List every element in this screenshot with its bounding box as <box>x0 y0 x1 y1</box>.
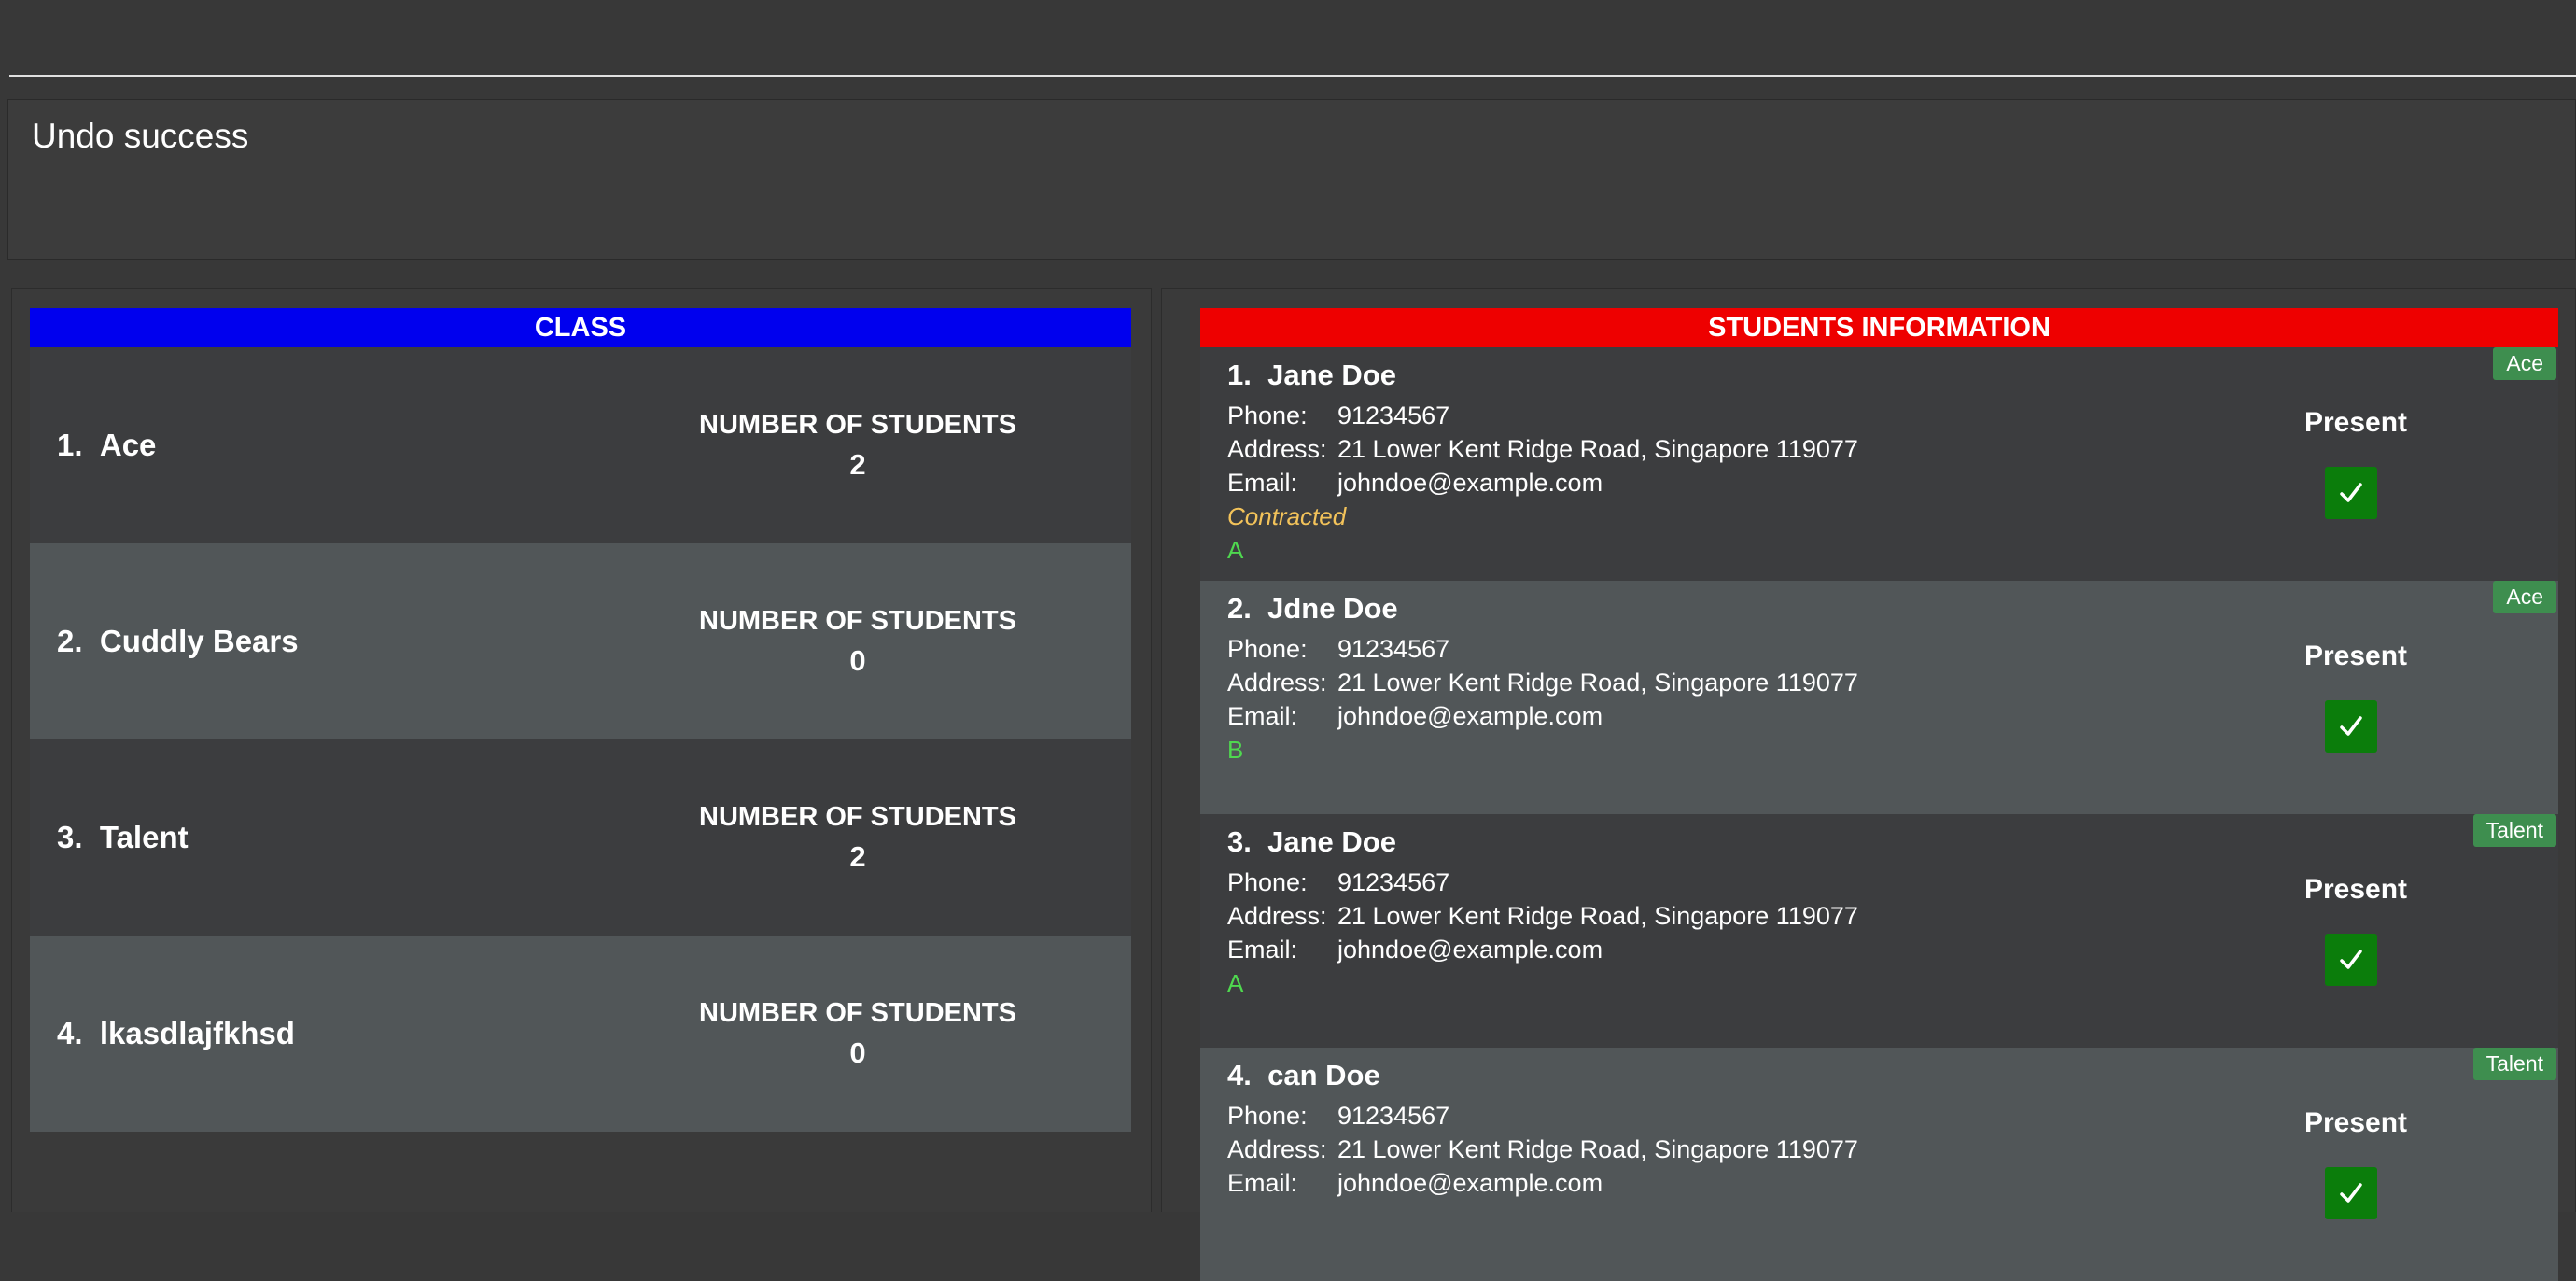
checkmark-icon <box>2340 483 2362 502</box>
class-name: 2. Cuddly Bears <box>57 624 299 658</box>
student-count-label: NUMBER OF STUDENTS <box>699 605 1016 636</box>
email-field: Email: johndoe@example.com <box>1227 1169 1603 1197</box>
attendance-checkbox[interactable] <box>2325 700 2377 753</box>
class-panel-header: CLASS <box>30 308 1131 347</box>
attendance-checkbox[interactable] <box>2325 467 2377 519</box>
student-card[interactable]: Ace 1. Jane Doe Phone: 91234567 Address: 2… <box>1200 347 2558 581</box>
result-display: Undo success <box>7 99 2576 260</box>
student-count-value: 0 <box>849 643 866 677</box>
email-field: Email: johndoe@example.com <box>1227 469 1603 497</box>
grade-label: A <box>1227 969 1244 997</box>
result-message: Undo success <box>32 117 249 155</box>
class-tag: Talent <box>2472 814 2556 847</box>
contract-status: Contracted <box>1227 502 1347 530</box>
student-name: 4. can Doe <box>1227 1059 1380 1091</box>
student-count-label: NUMBER OF STUDENTS <box>699 997 1016 1028</box>
student-name: 1. Jane Doe <box>1227 359 1396 391</box>
class-name: 1. Ace <box>57 428 157 462</box>
student-list[interactable]: Ace 1. Jane Doe Phone: 91234567 Address: 2… <box>1200 347 2558 1281</box>
student-count-value: 0 <box>849 1035 866 1069</box>
present-label: Present <box>2303 874 2408 905</box>
present-label: Present <box>2303 640 2408 671</box>
class-tag: Talent <box>2472 1048 2556 1080</box>
phone-field: Phone: 91234567 <box>1227 1102 1450 1130</box>
class-tag: Ace <box>2493 581 2556 613</box>
students-panel-header: STUDENTS INFORMATION <box>1200 308 2558 347</box>
student-card[interactable]: Talent 3. Jane Doe Phone: 91234567 Addres… <box>1200 814 2558 1048</box>
grade-label: A <box>1227 536 1244 564</box>
address-field: Address: 21 Lower Kent Ridge Road, Singap… <box>1227 435 1858 463</box>
checkmark-icon <box>2340 716 2362 736</box>
student-count-label: NUMBER OF STUDENTS <box>699 801 1016 832</box>
address-field: Address: 21 Lower Kent Ridge Road, Singap… <box>1227 1135 1858 1163</box>
student-name: 3. Jane Doe <box>1227 825 1396 858</box>
student-name: 2. Jdne Doe <box>1227 592 1398 625</box>
phone-field: Phone: 91234567 <box>1227 635 1450 663</box>
class-tag: Ace <box>2493 347 2556 380</box>
student-card[interactable]: Talent 4. can Doe Phone: 91234567 Address… <box>1200 1048 2558 1281</box>
checkmark-icon <box>2340 1183 2362 1203</box>
class-list-panel: CLASS 1. Ace NUMBER OF STUDENTS 2 2. Cud… <box>11 288 1152 1212</box>
student-count-value: 2 <box>849 447 866 481</box>
checkmark-icon <box>2340 950 2362 969</box>
phone-field: Phone: 91234567 <box>1227 868 1450 896</box>
student-card[interactable]: Ace 2. Jdne Doe Phone: 91234567 Address: 2… <box>1200 581 2558 814</box>
phone-field: Phone: 91234567 <box>1227 401 1450 429</box>
address-field: Address: 21 Lower Kent Ridge Road, Singap… <box>1227 669 1858 697</box>
class-name: 3. Talent <box>57 820 189 854</box>
class-list[interactable]: 1. Ace NUMBER OF STUDENTS 2 2. Cuddly Be… <box>30 347 1131 1132</box>
email-field: Email: johndoe@example.com <box>1227 936 1603 964</box>
present-label: Present <box>2303 407 2408 438</box>
class-card[interactable]: 4. lkasdlajfkhsd NUMBER OF STUDENTS 0 <box>30 936 1131 1132</box>
class-card[interactable]: 3. Talent NUMBER OF STUDENTS 2 <box>30 739 1131 936</box>
class-card[interactable]: 2. Cuddly Bears NUMBER OF STUDENTS 0 <box>30 543 1131 739</box>
student-count-value: 2 <box>849 839 866 873</box>
email-field: Email: johndoe@example.com <box>1227 702 1603 730</box>
attendance-checkbox[interactable] <box>2325 934 2377 986</box>
command-input[interactable] <box>9 0 2576 77</box>
address-field: Address: 21 Lower Kent Ridge Road, Singap… <box>1227 902 1858 930</box>
student-list-panel: STUDENTS INFORMATION Ace 1. Jane Doe Pho… <box>1161 288 2576 1281</box>
class-name: 4. lkasdlajfkhsd <box>57 1016 295 1050</box>
class-card[interactable]: 1. Ace NUMBER OF STUDENTS 2 <box>30 347 1131 543</box>
present-label: Present <box>2303 1107 2408 1138</box>
grade-label: B <box>1227 736 1244 764</box>
student-count-label: NUMBER OF STUDENTS <box>699 409 1016 440</box>
